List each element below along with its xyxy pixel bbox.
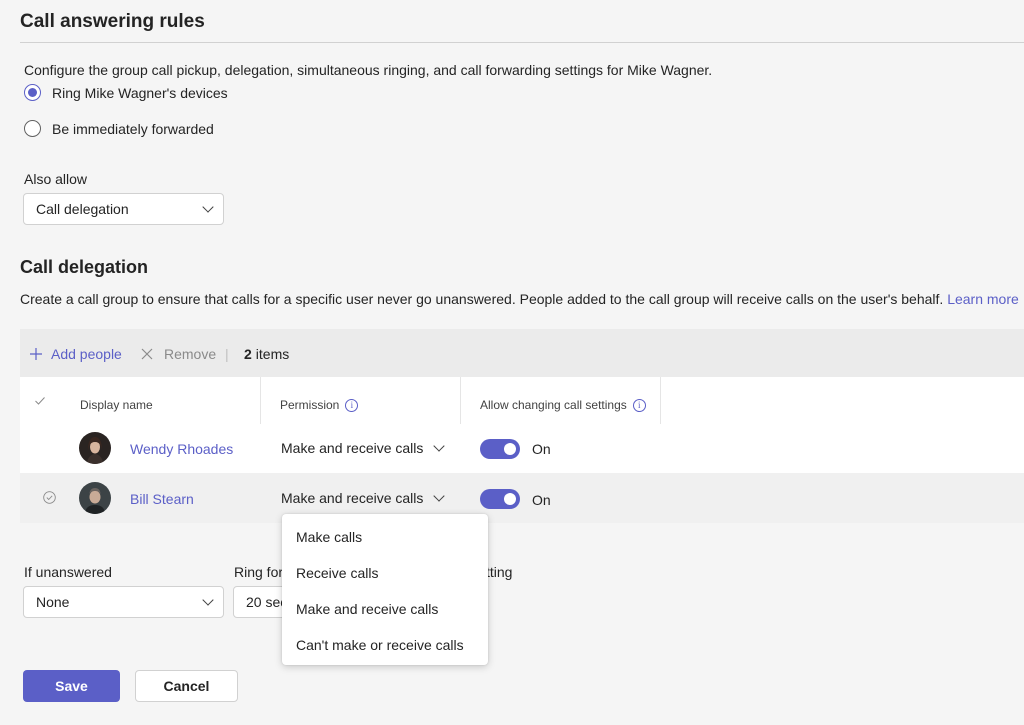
remove-label: Remove bbox=[164, 346, 217, 362]
radio-selected-icon[interactable] bbox=[24, 84, 41, 101]
delegate-name[interactable]: Wendy Rhoades bbox=[130, 441, 233, 457]
menu-item-receive-calls[interactable]: Receive calls bbox=[296, 565, 378, 581]
item-count: 2 items bbox=[244, 346, 289, 362]
column-separator bbox=[460, 377, 461, 424]
delegation-description: Create a call group to ensure that calls… bbox=[20, 291, 1019, 307]
save-button[interactable]: Save bbox=[23, 670, 120, 702]
item-count-suffix: items bbox=[255, 346, 290, 362]
add-people-label: Add people bbox=[51, 346, 122, 362]
permission-header-label: Permission bbox=[280, 398, 340, 412]
allow-changing-header-label: Allow changing call settings bbox=[480, 398, 627, 412]
column-separator bbox=[660, 377, 661, 424]
delegation-title: Call delegation bbox=[20, 257, 149, 277]
toggle-state-label: On bbox=[532, 492, 551, 508]
if-unanswered-label: If unanswered bbox=[24, 564, 112, 580]
allow-changing-toggle[interactable] bbox=[480, 439, 520, 459]
column-separator bbox=[260, 377, 261, 424]
delegation-description-text: Create a call group to ensure that calls… bbox=[20, 291, 944, 307]
ring-for-label: Ring for bbox=[234, 564, 284, 580]
delegates-table: Display name Permission i Allow changing… bbox=[20, 377, 1024, 523]
menu-item-make-and-receive[interactable]: Make and receive calls bbox=[296, 601, 438, 617]
select-all-checkmark-icon[interactable] bbox=[35, 397, 45, 405]
radio-ring-devices[interactable]: Ring Mike Wagner's devices bbox=[24, 84, 228, 101]
allow-changing-toggle[interactable] bbox=[480, 489, 520, 509]
also-allow-dropdown[interactable]: Call delegation bbox=[23, 193, 224, 225]
avatar bbox=[79, 482, 111, 514]
avatar bbox=[79, 432, 111, 464]
title-divider bbox=[20, 42, 1024, 43]
also-allow-value: Call delegation bbox=[36, 201, 129, 217]
chevron-down-icon bbox=[202, 594, 214, 606]
delegate-name[interactable]: Bill Stearn bbox=[130, 491, 194, 507]
radio-ring-devices-label: Ring Mike Wagner's devices bbox=[52, 84, 228, 101]
row-select-checkmark-icon[interactable] bbox=[43, 491, 56, 504]
close-icon bbox=[141, 348, 153, 360]
page-description: Configure the group call pickup, delegat… bbox=[24, 62, 713, 78]
column-header-allow-changing[interactable]: Allow changing call settings i bbox=[480, 398, 646, 412]
item-count-number: 2 bbox=[244, 346, 252, 362]
menu-item-cant-make-or-receive[interactable]: Can't make or receive calls bbox=[296, 637, 464, 653]
menu-item-make-calls[interactable]: Make calls bbox=[296, 529, 362, 545]
add-people-button[interactable]: Add people bbox=[30, 346, 122, 362]
chevron-down-icon bbox=[433, 490, 446, 502]
page-title: Call answering rules bbox=[20, 11, 205, 32]
if-unanswered-dropdown[interactable]: None bbox=[23, 586, 224, 618]
remove-button[interactable]: Remove bbox=[141, 346, 216, 362]
learn-more-link[interactable]: Learn more bbox=[947, 291, 1019, 307]
radio-unselected-icon[interactable] bbox=[24, 120, 41, 137]
permission-value: Make and receive calls bbox=[281, 490, 424, 506]
toolbar-divider: | bbox=[225, 346, 229, 362]
permission-value: Make and receive calls bbox=[281, 440, 424, 456]
permission-dropdown[interactable]: Make and receive calls bbox=[281, 490, 446, 506]
column-header-display-name[interactable]: Display name bbox=[80, 398, 153, 412]
chevron-down-icon bbox=[433, 440, 446, 452]
cancel-button[interactable]: Cancel bbox=[135, 670, 238, 702]
also-allow-label: Also allow bbox=[24, 171, 88, 187]
delegates-toolbar: Add people Remove | 2 items bbox=[20, 329, 1024, 377]
table-row[interactable]: Bill Stearn Make and receive calls On bbox=[20, 473, 1024, 523]
info-icon[interactable]: i bbox=[345, 398, 359, 412]
column-header-permission[interactable]: Permission i bbox=[280, 398, 359, 412]
chevron-down-icon bbox=[202, 201, 214, 213]
radio-forwarded-label: Be immediately forwarded bbox=[52, 120, 214, 137]
permission-menu: Make calls Receive calls Make and receiv… bbox=[282, 514, 488, 665]
permission-dropdown[interactable]: Make and receive calls bbox=[281, 440, 446, 456]
radio-immediately-forwarded[interactable]: Be immediately forwarded bbox=[24, 120, 214, 137]
add-icon bbox=[30, 348, 42, 360]
setting-label-partial: tting bbox=[486, 564, 513, 580]
info-icon[interactable]: i bbox=[632, 398, 646, 412]
table-row[interactable]: Wendy Rhoades Make and receive calls On bbox=[20, 424, 1024, 472]
if-unanswered-value: None bbox=[36, 594, 70, 610]
toggle-state-label: On bbox=[532, 441, 551, 457]
